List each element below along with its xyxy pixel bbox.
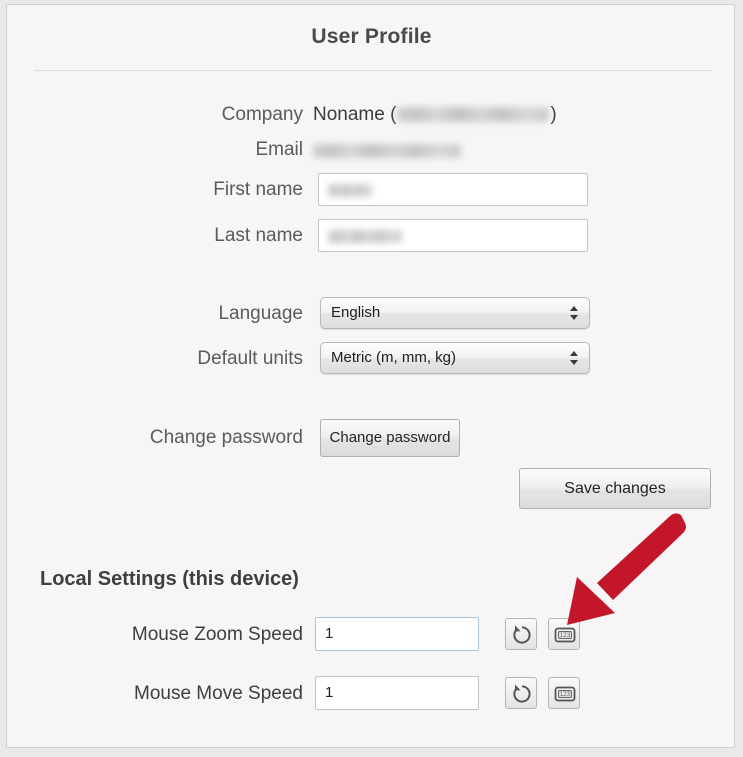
default-units-label: Default units <box>197 348 303 369</box>
row-first-name: First name <box>7 173 734 207</box>
mouse-zoom-speed-value: 1 <box>325 625 334 642</box>
mouse-move-speed-label: Mouse Move Speed <box>134 683 303 704</box>
mouse-move-speed-value: 1 <box>325 684 334 701</box>
mouse-zoom-speed-numeric-button[interactable]: 123 <box>548 618 580 650</box>
row-last-name: Last name <box>7 219 734 253</box>
language-label: Language <box>218 303 303 324</box>
chevron-updown-icon <box>570 343 580 373</box>
mouse-zoom-speed-reset-button[interactable] <box>505 618 537 650</box>
last-name-label: Last name <box>214 225 303 246</box>
language-select[interactable]: English <box>320 297 590 329</box>
local-settings-heading: Local Settings (this device) <box>40 568 299 590</box>
row-company: Company Noname () <box>7 98 734 132</box>
company-value-redacted <box>397 107 550 123</box>
default-units-selected-value: Metric (m, mm, kg) <box>331 349 456 366</box>
row-mouse-zoom-speed: Mouse Zoom Speed 1 123 <box>7 617 734 653</box>
first-name-value <box>328 174 372 205</box>
company-value-suffix: ) <box>550 104 557 125</box>
mouse-zoom-speed-label: Mouse Zoom Speed <box>131 624 303 645</box>
change-password-button[interactable]: Change password <box>320 419 460 457</box>
reset-arrow-icon <box>513 625 531 644</box>
row-default-units: Default units Metric (m, mm, kg) <box>7 342 734 376</box>
svg-text:123: 123 <box>560 691 571 698</box>
user-profile-page: User Profile Company Noname () Email Fir… <box>6 4 735 748</box>
chevron-updown-icon <box>570 298 580 328</box>
page-title: User Profile <box>311 25 432 48</box>
email-value <box>313 133 461 167</box>
numeric-keypad-icon: 123 <box>554 627 576 643</box>
first-name-label: First name <box>213 179 303 200</box>
numeric-keypad-icon: 123 <box>554 686 576 702</box>
mouse-move-speed-reset-button[interactable] <box>505 677 537 709</box>
save-changes-button[interactable]: Save changes <box>519 468 711 509</box>
last-name-input[interactable] <box>318 219 588 252</box>
last-name-value-redacted <box>328 229 402 243</box>
mouse-zoom-speed-input[interactable]: 1 <box>315 617 479 651</box>
reset-arrow-icon <box>513 684 531 703</box>
row-email: Email <box>7 133 734 167</box>
language-selected-value: English <box>331 304 381 321</box>
last-name-value <box>328 220 402 251</box>
annotation-arrow-icon <box>567 513 686 625</box>
company-label: Company <box>221 104 303 125</box>
company-value: Noname () <box>313 98 557 132</box>
svg-text:123: 123 <box>560 632 571 639</box>
default-units-select[interactable]: Metric (m, mm, kg) <box>320 342 590 374</box>
email-value-redacted <box>313 143 461 158</box>
company-value-prefix: Noname ( <box>313 104 397 125</box>
mouse-move-speed-numeric-button[interactable]: 123 <box>548 677 580 709</box>
row-mouse-move-speed: Mouse Move Speed 1 123 <box>7 676 734 712</box>
header-divider <box>34 70 711 71</box>
row-language: Language English <box>7 297 734 331</box>
mouse-move-speed-input[interactable]: 1 <box>315 676 479 710</box>
change-password-label: Change password <box>149 427 303 448</box>
email-label: Email <box>255 139 303 160</box>
first-name-input[interactable] <box>318 173 588 206</box>
first-name-value-redacted <box>328 183 372 197</box>
